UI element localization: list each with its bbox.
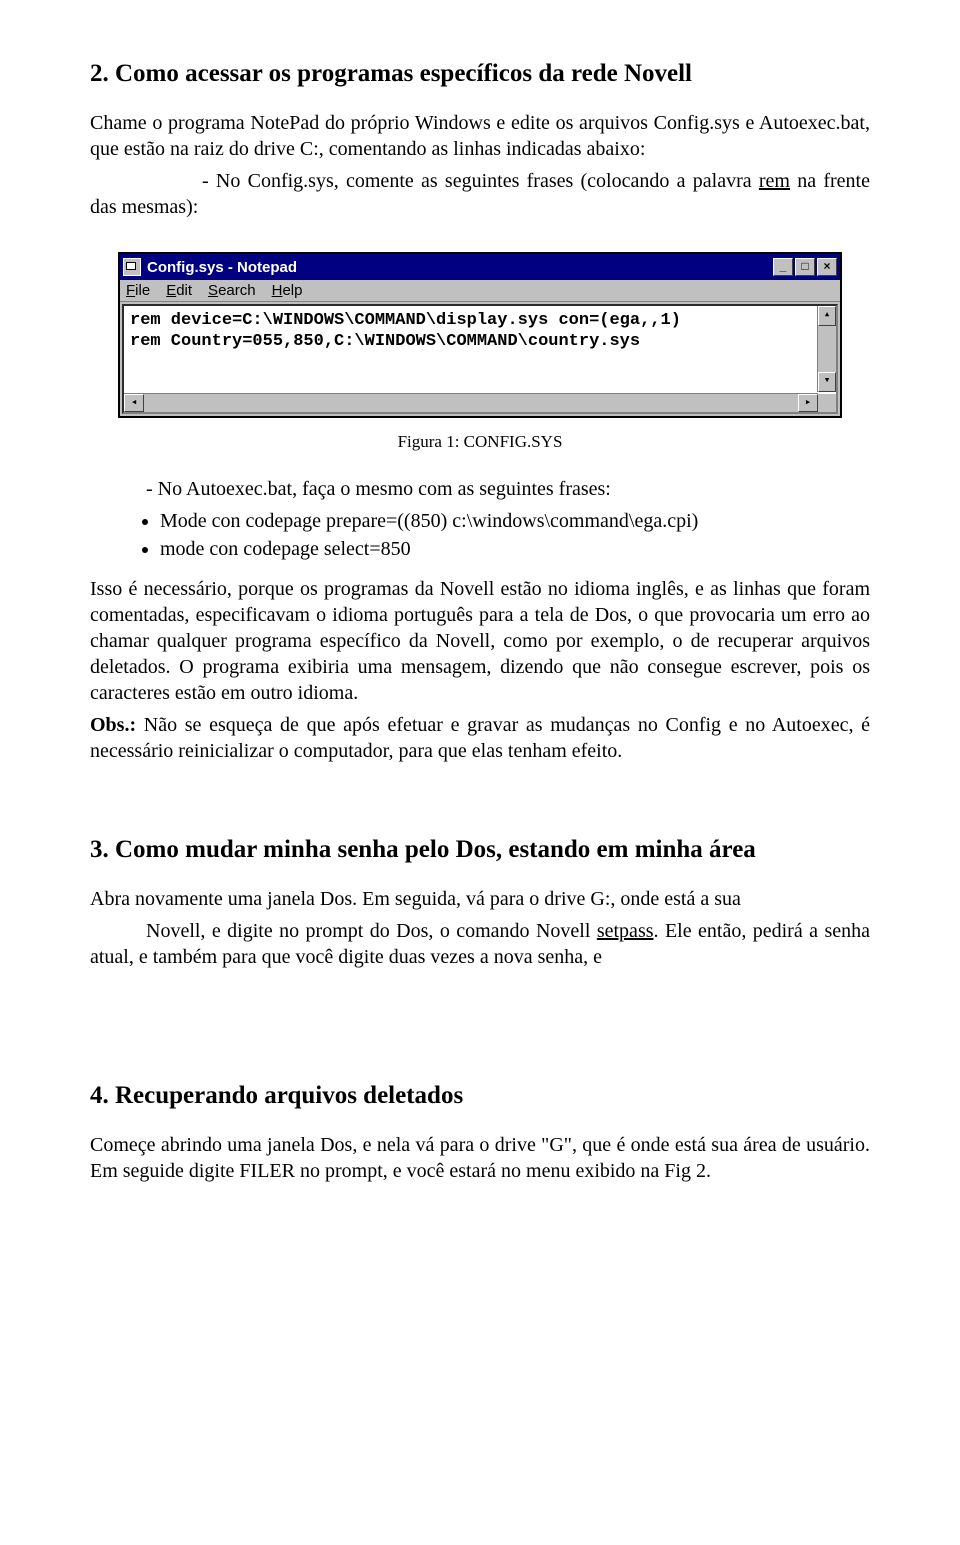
scroll-left-icon[interactable]: ◂ (124, 394, 144, 412)
hscroll-track[interactable] (144, 394, 798, 412)
notepad-menubar: File Edit Search Help (120, 280, 840, 302)
section4-heading: 4. Recuperando arquivos deletados (90, 1082, 870, 1110)
obs-paragraph: Obs.: Não se esqueça de que após efetuar… (90, 712, 870, 764)
section2-config-instruction: - No Config.sys, comente as seguintes fr… (90, 168, 870, 220)
obs-label: Obs.: (90, 714, 136, 736)
section3-heading: 3. Como mudar minha senha pelo Dos, esta… (90, 836, 870, 864)
config-instr-prefix: - No Config.sys, comente as seguintes fr… (202, 170, 759, 192)
section2-heading: 2. Como acessar os programas específicos… (90, 60, 870, 88)
menu-search[interactable]: Search (208, 282, 256, 299)
explanation-paragraph: Isso é necessário, porque os programas d… (90, 576, 870, 706)
vscroll-track[interactable] (818, 326, 836, 372)
section3-line2: Novell, e digite no prompt do Dos, o com… (90, 918, 870, 970)
menu-help[interactable]: Help (272, 282, 303, 299)
vertical-scrollbar[interactable]: ▴ ▾ (817, 306, 836, 392)
config-line-2: rem Country=055,850,C:\WINDOWS\COMMAND\c… (130, 331, 830, 352)
maximize-button[interactable]: □ (795, 258, 815, 276)
autoexec-bullets: Mode con codepage prepare=((850) c:\wind… (90, 508, 870, 562)
bullet-codepage-select: mode con codepage select=850 (160, 536, 870, 562)
scroll-right-icon[interactable]: ▸ (798, 394, 818, 412)
setpass-word: setpass (597, 920, 654, 942)
autoexec-instruction: - No Autoexec.bat, faça o mesmo com as s… (146, 476, 870, 502)
config-line-1: rem device=C:\WINDOWS\COMMAND\display.sy… (130, 310, 830, 331)
figure1-caption: Figura 1: CONFIG.SYS (90, 432, 870, 452)
notepad-window: Config.sys - Notepad _ □ × File Edit Sea… (118, 252, 842, 418)
horizontal-scrollbar[interactable]: ◂ ▸ (124, 393, 818, 412)
notepad-title: Config.sys - Notepad (147, 259, 773, 276)
notepad-titlebar[interactable]: Config.sys - Notepad _ □ × (120, 254, 840, 280)
notepad-system-icon[interactable] (123, 258, 141, 276)
rem-word: rem (759, 170, 790, 192)
scroll-corner (818, 394, 836, 412)
scroll-down-icon[interactable]: ▾ (818, 372, 836, 392)
document-page: 2. Como acessar os programas específicos… (0, 0, 960, 1250)
window-buttons: _ □ × (773, 258, 837, 276)
obs-text: Não se esqueça de que após efetuar e gra… (90, 714, 870, 762)
menu-file[interactable]: File (126, 282, 150, 299)
scroll-up-icon[interactable]: ▴ (818, 306, 836, 326)
minimize-button[interactable]: _ (773, 258, 793, 276)
section4-paragraph: Começe abrindo uma janela Dos, e nela vá… (90, 1132, 870, 1184)
section2-intro: Chame o programa NotePad do próprio Wind… (90, 110, 870, 162)
section3-prefix: Novell, e digite no prompt do Dos, o com… (146, 920, 597, 942)
menu-edit[interactable]: Edit (166, 282, 192, 299)
close-button[interactable]: × (817, 258, 837, 276)
notepad-text-area[interactable]: rem device=C:\WINDOWS\COMMAND\display.sy… (122, 304, 838, 414)
section3-line1: Abra novamente uma janela Dos. Em seguid… (90, 886, 870, 912)
bullet-codepage-prepare: Mode con codepage prepare=((850) c:\wind… (160, 508, 870, 534)
